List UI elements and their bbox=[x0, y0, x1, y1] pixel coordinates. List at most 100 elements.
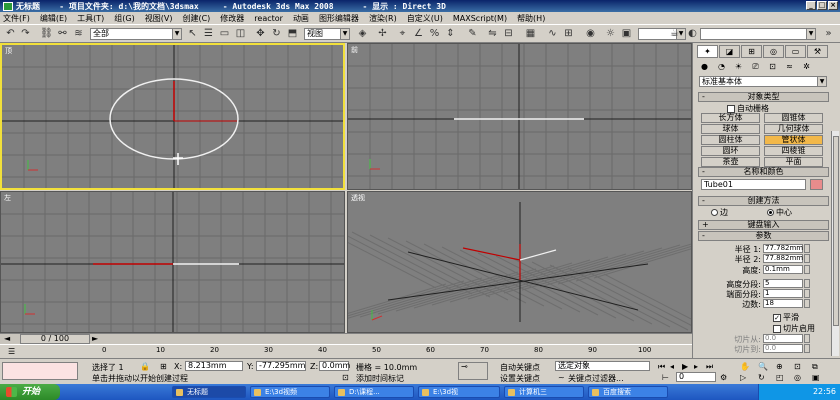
link-icon[interactable]: ⛓ bbox=[40, 27, 53, 40]
y-coordinate-field[interactable]: -77.295mm bbox=[256, 361, 306, 371]
key-filters-button[interactable]: 关键点过滤器... bbox=[568, 373, 624, 384]
menu-create[interactable]: 创建(C) bbox=[182, 13, 210, 24]
cylinder-button[interactable]: 圆柱体 bbox=[701, 135, 760, 145]
height-segments-spinner[interactable] bbox=[804, 279, 810, 288]
select-by-name-icon[interactable]: ☰ bbox=[202, 27, 215, 40]
absolute-mode-icon[interactable]: ⊞ bbox=[160, 362, 167, 371]
next-key-icon[interactable]: ▸ bbox=[694, 362, 698, 371]
viewport-label-left[interactable]: 左 bbox=[4, 193, 11, 203]
select-scale-icon[interactable]: ⬒ bbox=[286, 27, 299, 40]
render-frame-icon[interactable]: ▣ bbox=[620, 27, 633, 40]
menu-file[interactable]: 文件(F) bbox=[3, 13, 30, 24]
zoom-extents-icon[interactable]: ⊡ bbox=[794, 362, 801, 371]
redo-icon[interactable]: ↷ bbox=[19, 27, 32, 40]
taskbar-item-3dsmax[interactable]: 无标题 bbox=[172, 386, 246, 398]
viewport-top[interactable]: 顶 bbox=[0, 43, 345, 190]
selected-object-dropdown[interactable]: 选定对象 bbox=[555, 361, 650, 371]
maximize-viewport-icon[interactable]: ⧉ bbox=[812, 362, 818, 372]
region-zoom-icon[interactable]: ◰ bbox=[776, 373, 784, 382]
slice-from-input[interactable]: 0.0 bbox=[763, 334, 803, 343]
cameras-icon[interactable]: ⎚ bbox=[748, 61, 763, 73]
menu-help[interactable]: 帮助(H) bbox=[517, 13, 545, 24]
track-bar-icon[interactable]: ☰ bbox=[8, 347, 15, 356]
radius2-input[interactable]: 77.882mm bbox=[763, 254, 803, 263]
viewport-label-front[interactable]: 前 bbox=[351, 45, 358, 55]
slice-to-spinner[interactable] bbox=[804, 344, 810, 353]
time-tag-icon[interactable]: ⊡ bbox=[342, 373, 349, 382]
reference-coordinate-dropdown[interactable]: 视图 ▼ bbox=[304, 28, 350, 40]
slice-on-row[interactable]: 切片启用 bbox=[773, 323, 815, 334]
snap-toggle-icon[interactable]: ⌖ bbox=[396, 27, 409, 40]
tube-perspective[interactable] bbox=[519, 249, 557, 261]
time-config-icon[interactable]: ⚙ bbox=[720, 373, 727, 382]
curve-editor-icon[interactable]: ∿ bbox=[546, 27, 559, 40]
unlink-icon[interactable]: ⚯ bbox=[56, 27, 69, 40]
key-filter-icon[interactable]: ~ bbox=[558, 373, 565, 382]
taskbar-item-folder-2[interactable]: D:\课程... bbox=[334, 386, 414, 398]
taskbar-item-computer[interactable]: 计算机三 bbox=[504, 386, 584, 398]
min-max-toggle-icon[interactable]: ▣ bbox=[812, 373, 820, 382]
menu-customize[interactable]: 自定义(U) bbox=[407, 13, 443, 24]
helpers-icon[interactable]: ⊡ bbox=[765, 61, 780, 73]
start-button[interactable]: 开始 bbox=[0, 384, 60, 400]
select-manipulate-icon[interactable]: ✢ bbox=[376, 27, 389, 40]
minimize-button[interactable]: _ bbox=[806, 1, 816, 10]
key-mode-icon[interactable]: ⊸ bbox=[458, 362, 488, 380]
tab-hierarchy[interactable]: ⊞ bbox=[741, 45, 762, 58]
close-button[interactable]: × bbox=[828, 1, 838, 10]
material-editor-icon[interactable]: ◉ bbox=[584, 27, 597, 40]
tab-modify[interactable]: ◪ bbox=[719, 45, 740, 58]
track-bar[interactable]: ☰ 0 10 20 30 40 50 60 70 80 90 100 bbox=[0, 344, 692, 358]
time-slider-knob[interactable]: 0 / 100 bbox=[20, 334, 90, 344]
tray-clock[interactable]: 22:56 bbox=[813, 387, 836, 396]
rollout-object-type[interactable]: - 对象类型 bbox=[698, 92, 829, 102]
zoom-all-icon[interactable]: ⊕ bbox=[776, 362, 783, 371]
primitive-category-dropdown[interactable]: 标准基本体 ▼ bbox=[699, 76, 827, 87]
prev-key-icon[interactable]: ◂ bbox=[670, 362, 674, 371]
radius1-input[interactable]: 77.782mm bbox=[763, 244, 803, 253]
goto-start-icon[interactable]: ⏮ bbox=[658, 362, 665, 372]
menu-tools[interactable]: 工具(T) bbox=[77, 13, 104, 24]
select-rotate-icon[interactable]: ↻ bbox=[270, 27, 283, 40]
window-crossing-icon[interactable]: ◫ bbox=[234, 27, 247, 40]
current-frame-field[interactable]: 0 bbox=[676, 372, 716, 382]
layer-manager-icon[interactable]: ▦ bbox=[524, 27, 537, 40]
taskbar-item-folder-1[interactable]: E:\3d视频 bbox=[250, 386, 330, 398]
zoom-icon[interactable]: 🔍 bbox=[758, 362, 768, 371]
prev-frame-icon[interactable]: ◄ bbox=[4, 334, 10, 343]
spinner-snap-icon[interactable]: ⇕ bbox=[444, 27, 457, 40]
key-mode-toggle-icon[interactable]: ⊢ bbox=[662, 373, 669, 382]
height-spinner[interactable] bbox=[804, 265, 810, 274]
sides-input[interactable]: 18 bbox=[763, 299, 803, 308]
command-panel-scrollbar[interactable] bbox=[831, 131, 839, 356]
rollout-name-color[interactable]: - 名称和颜色 bbox=[698, 167, 829, 177]
spacewarps-icon[interactable]: ≈ bbox=[782, 61, 797, 73]
geosphere-button[interactable]: 几何球体 bbox=[764, 124, 823, 134]
auto-key-button[interactable]: 自动关键点 bbox=[500, 362, 540, 373]
sides-spinner[interactable] bbox=[804, 299, 810, 308]
menu-rendering[interactable]: 渲染(R) bbox=[369, 13, 397, 24]
pan-icon[interactable]: ✋ bbox=[740, 362, 750, 371]
menu-edit[interactable]: 编辑(E) bbox=[40, 13, 67, 24]
arc-rotate-icon[interactable]: ◎ bbox=[794, 373, 801, 382]
cap-segments-spinner[interactable] bbox=[804, 289, 810, 298]
select-move-icon[interactable]: ✥ bbox=[254, 27, 267, 40]
render-setup-icon[interactable]: ☼ bbox=[604, 27, 617, 40]
viewport-label-top[interactable]: 顶 bbox=[5, 46, 12, 56]
cone-button[interactable]: 圆锥体 bbox=[764, 113, 823, 123]
torus-button[interactable]: 圆环 bbox=[701, 146, 760, 156]
height-input[interactable]: 0.1mm bbox=[763, 265, 803, 274]
menu-modifiers[interactable]: 修改器 bbox=[220, 13, 244, 24]
time-slider[interactable]: ◄ 0 / 100 ► bbox=[0, 333, 692, 344]
geometry-icon[interactable]: ● bbox=[697, 61, 712, 73]
undo-icon[interactable]: ↶ bbox=[4, 27, 17, 40]
tea-icon[interactable]: ◐ bbox=[686, 27, 699, 40]
menu-maxscript[interactable]: MAXScript(M) bbox=[453, 14, 507, 23]
lights-icon[interactable]: ☀ bbox=[731, 61, 746, 73]
center-radio[interactable] bbox=[767, 209, 774, 216]
slice-from-spinner[interactable] bbox=[804, 334, 810, 343]
goto-end-icon[interactable]: ⏭ bbox=[706, 362, 713, 372]
viewport-front[interactable]: 前 bbox=[347, 43, 692, 190]
edge-radio[interactable] bbox=[711, 209, 718, 216]
named-selection-icon[interactable]: ✎ bbox=[466, 27, 479, 40]
